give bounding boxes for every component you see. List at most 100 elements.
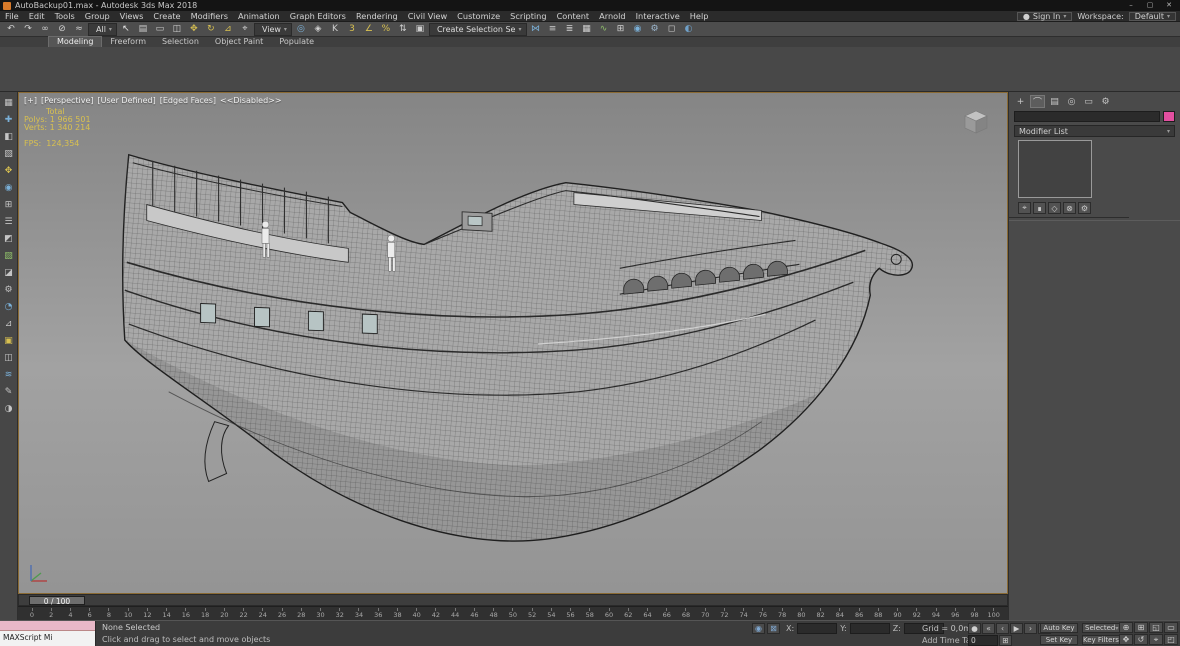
object-color-swatch[interactable] bbox=[1163, 111, 1175, 122]
maximize-viewport-button[interactable]: ◰ bbox=[1164, 634, 1178, 645]
isolate-selection-toggle[interactable]: ◉ bbox=[752, 623, 765, 634]
viewport-menu-general[interactable]: [+] bbox=[24, 96, 37, 105]
menu-item[interactable]: Modifiers bbox=[186, 11, 233, 22]
selection-lock-toggle[interactable]: ⊠ bbox=[767, 623, 780, 634]
curve-editor-button[interactable]: ∿ bbox=[596, 23, 612, 36]
menu-item[interactable]: Views bbox=[115, 11, 149, 22]
macro-recorder-lane[interactable] bbox=[0, 621, 95, 631]
render-setup-button[interactable]: ⚙ bbox=[647, 23, 663, 36]
selection-region-button[interactable]: ▭ bbox=[152, 23, 168, 36]
zoom-all-button[interactable]: ⊞ bbox=[1134, 622, 1148, 633]
left-dock-button-6[interactable]: ◉ bbox=[2, 181, 16, 195]
select-by-name-button[interactable]: ▤ bbox=[135, 23, 151, 36]
zoom-extents-button[interactable]: ◱ bbox=[1149, 622, 1163, 633]
menu-item[interactable]: Animation bbox=[233, 11, 285, 22]
keyboard-override-button[interactable]: K bbox=[327, 23, 343, 36]
menu-item[interactable]: Scripting bbox=[505, 11, 551, 22]
remove-modifier-button[interactable]: ⊗ bbox=[1063, 202, 1076, 214]
pin-stack-button[interactable]: ⌖ bbox=[1018, 202, 1031, 214]
show-end-result-button[interactable]: ∎ bbox=[1033, 202, 1046, 214]
pan-button[interactable]: ✥ bbox=[1119, 634, 1133, 645]
tab-modify[interactable]: ⌒ bbox=[1030, 95, 1045, 108]
snaps-toggle-button[interactable]: 3 bbox=[344, 23, 360, 36]
schematic-view-button[interactable]: ⊞ bbox=[613, 23, 629, 36]
edit-named-selection-sets-button[interactable]: ▣ bbox=[412, 23, 428, 36]
ribbon-tab-modeling[interactable]: Modeling bbox=[48, 36, 102, 47]
select-and-link-button[interactable]: ∞ bbox=[37, 23, 53, 36]
mirror-button[interactable]: ⋈ bbox=[528, 23, 544, 36]
select-and-manipulate-button[interactable]: ◈ bbox=[310, 23, 326, 36]
auto-key-button[interactable]: Auto Key bbox=[1040, 623, 1078, 633]
ribbon-tab-populate[interactable]: Populate bbox=[271, 37, 322, 47]
left-dock-button-3[interactable]: ◧ bbox=[2, 130, 16, 144]
undo-button[interactable]: ↶ bbox=[3, 23, 19, 36]
named-selection-sets-dropdown[interactable]: Create Selection Se▾ bbox=[429, 23, 527, 36]
go-to-start-button[interactable]: « bbox=[982, 623, 995, 634]
current-frame-field[interactable]: 0 bbox=[968, 635, 998, 646]
angle-snap-button[interactable]: ∠ bbox=[361, 23, 377, 36]
ribbon-tab-freeform[interactable]: Freeform bbox=[102, 37, 154, 47]
play-button[interactable]: ▶ bbox=[1010, 623, 1023, 634]
tab-create[interactable]: + bbox=[1013, 95, 1028, 108]
left-dock-button-4[interactable]: ▧ bbox=[2, 147, 16, 161]
left-dock-button-15[interactable]: ▣ bbox=[2, 334, 16, 348]
window-crossing-button[interactable]: ◫ bbox=[169, 23, 185, 36]
left-dock-button-5[interactable]: ✥ bbox=[2, 164, 16, 178]
menu-item[interactable]: Content bbox=[552, 11, 595, 22]
left-dock-button-12[interactable]: ⚙ bbox=[2, 283, 16, 297]
left-dock-button-10[interactable]: ▨ bbox=[2, 249, 16, 263]
perspective-viewport[interactable]: [+] [Perspective] [User Defined] [Edged … bbox=[18, 92, 1008, 594]
left-dock-button-1[interactable]: ▦ bbox=[2, 96, 16, 110]
tab-display[interactable]: ▭ bbox=[1081, 95, 1096, 108]
layer-explorer-button[interactable]: ≣ bbox=[562, 23, 578, 36]
left-dock-button-13[interactable]: ◔ bbox=[2, 300, 16, 314]
menu-item[interactable]: Civil View bbox=[403, 11, 452, 22]
menu-item[interactable]: Interactive bbox=[631, 11, 685, 22]
workspace-dropdown[interactable]: Default ▾ bbox=[1129, 12, 1176, 21]
make-unique-button[interactable]: ◇ bbox=[1048, 202, 1061, 214]
next-frame-button[interactable]: › bbox=[1024, 623, 1037, 634]
viewport-menu-user[interactable]: [User Defined] bbox=[98, 96, 156, 105]
menu-item[interactable]: Edit bbox=[24, 11, 50, 22]
listener-lane[interactable]: MAXScript Mi bbox=[0, 631, 95, 646]
render-production-dropdown[interactable]: ◐ bbox=[681, 23, 697, 36]
ribbon-toggle-button[interactable]: ▦ bbox=[579, 23, 595, 36]
maxscript-mini-listener[interactable]: MAXScript Mi bbox=[0, 621, 96, 646]
key-filters-button[interactable]: Key Filters... bbox=[1082, 635, 1120, 645]
menu-item[interactable]: Create bbox=[148, 11, 185, 22]
time-configuration-button[interactable]: ⊞ bbox=[999, 635, 1012, 646]
viewport-menu-pov[interactable]: [Perspective] bbox=[41, 96, 94, 105]
view-cube[interactable] bbox=[959, 107, 993, 135]
menu-item[interactable]: Help bbox=[685, 11, 714, 22]
select-and-place-button[interactable]: ⌖ bbox=[237, 23, 253, 36]
select-and-move-button[interactable]: ✥ bbox=[186, 23, 202, 36]
left-dock-button-14[interactable]: ⊿ bbox=[2, 317, 16, 331]
key-mode-toggle-button[interactable]: ● bbox=[968, 623, 981, 634]
configure-modifier-sets-button[interactable]: ⚙ bbox=[1078, 202, 1091, 214]
left-dock-button-7[interactable]: ⊞ bbox=[2, 198, 16, 212]
rendered-frame-window-button[interactable]: ◻ bbox=[664, 23, 680, 36]
left-dock-button-8[interactable]: ☰ bbox=[2, 215, 16, 229]
use-pivot-center-button[interactable]: ◎ bbox=[293, 23, 309, 36]
minimize-button[interactable]: – bbox=[1122, 0, 1140, 10]
tab-hierarchy[interactable]: ▤ bbox=[1047, 95, 1062, 108]
left-dock-button-17[interactable]: ≋ bbox=[2, 368, 16, 382]
tab-motion[interactable]: ◎ bbox=[1064, 95, 1079, 108]
bind-to-space-warp-button[interactable]: ≈ bbox=[71, 23, 87, 36]
previous-frame-button[interactable]: ‹ bbox=[996, 623, 1009, 634]
menu-item[interactable]: Graph Editors bbox=[285, 11, 351, 22]
material-editor-dropdown[interactable]: ◉ bbox=[630, 23, 646, 36]
selection-set-filter-dropdown[interactable]: Selected▾ bbox=[1082, 623, 1120, 633]
menu-item[interactable]: Customize bbox=[452, 11, 505, 22]
modifier-stack[interactable] bbox=[1018, 140, 1092, 198]
left-dock-button-16[interactable]: ◫ bbox=[2, 351, 16, 365]
spinner-snap-button[interactable]: ⇅ bbox=[395, 23, 411, 36]
maximize-button[interactable]: ▢ bbox=[1141, 0, 1159, 10]
select-object-button[interactable]: ↖ bbox=[118, 23, 134, 36]
ribbon-tab-object-paint[interactable]: Object Paint bbox=[207, 37, 271, 47]
viewport-menu-shading[interactable]: [Edged Faces] bbox=[160, 96, 216, 105]
orbit-button[interactable]: ↺ bbox=[1134, 634, 1148, 645]
redo-button[interactable]: ↷ bbox=[20, 23, 36, 36]
x-field[interactable] bbox=[797, 623, 837, 634]
modifier-list-dropdown[interactable]: Modifier List ▾ bbox=[1014, 125, 1175, 137]
